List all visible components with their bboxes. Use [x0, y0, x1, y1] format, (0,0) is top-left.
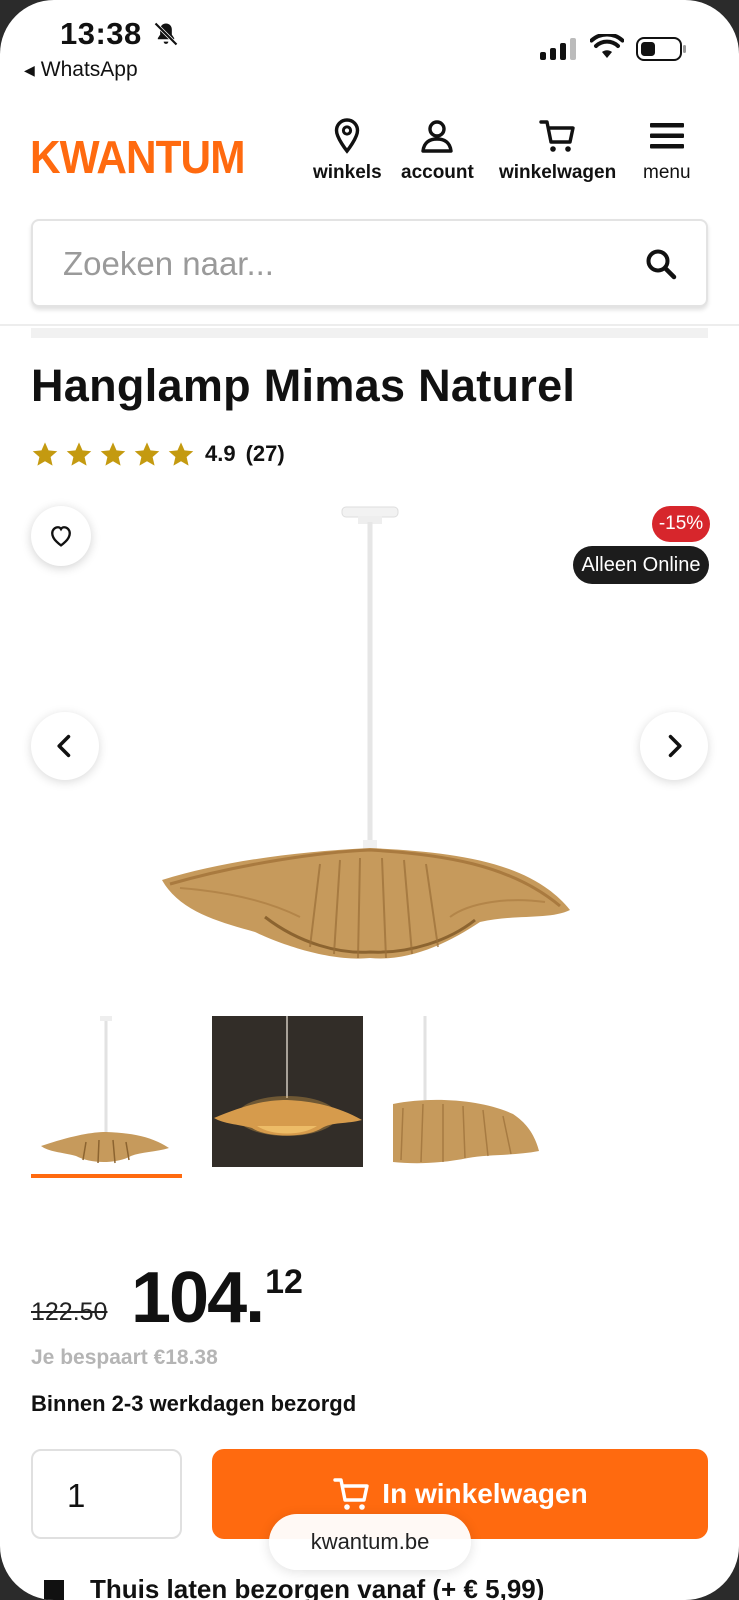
- nav-winkels[interactable]: winkels: [313, 116, 382, 184]
- browser-url-pill[interactable]: kwantum.be: [269, 1514, 471, 1570]
- thumbnail-image-lamp-detail: [393, 1016, 544, 1167]
- gallery-prev-button[interactable]: [31, 712, 99, 780]
- thumbnail-strip: [31, 1016, 544, 1178]
- rating-stars: [31, 440, 195, 468]
- search-input[interactable]: Zoeken naar...: [31, 219, 708, 307]
- rating-score: 4.9: [205, 441, 236, 466]
- cart-icon: [333, 1478, 369, 1510]
- discount-badge: -15%: [652, 506, 710, 542]
- thumbnail-2[interactable]: [212, 1016, 363, 1178]
- thumbnail-3[interactable]: [393, 1016, 544, 1178]
- old-price: 122.50: [31, 1298, 108, 1326]
- truck-icon: [44, 1579, 64, 1600]
- browser-url: kwantum.be: [310, 1529, 430, 1554]
- bell-off-icon: [154, 22, 178, 46]
- nav-label-account: account: [401, 162, 474, 183]
- heart-icon: [51, 526, 71, 547]
- search-placeholder: Zoeken naar...: [63, 245, 274, 282]
- home-delivery-label: Thuis laten bezorgen vanaf (+ € 5,99): [90, 1574, 545, 1600]
- price-main: 104.: [131, 1258, 265, 1338]
- back-app-label: WhatsApp: [40, 58, 138, 81]
- current-price: 104. 12: [131, 1262, 303, 1334]
- thumbnail-1[interactable]: [31, 1016, 182, 1178]
- delivery-time: Binnen 2-3 werkdagen bezorgd: [31, 1391, 357, 1416]
- price-cents: 12: [265, 1263, 303, 1301]
- add-to-cart-label: In winkelwagen: [382, 1478, 588, 1509]
- battery-icon: [636, 37, 686, 61]
- nav-label-winkels: winkels: [313, 162, 382, 183]
- home-delivery-option: Thuis laten bezorgen vanaf (+ € 5,99): [44, 1574, 544, 1600]
- user-icon: [421, 120, 454, 153]
- phone-screen: 13:38 ◀ WhatsApp KWANTUM winkels account…: [0, 0, 739, 1600]
- status-bar: 13:38 ◀ WhatsApp: [0, 0, 739, 92]
- product-gallery: -15% Alleen Online: [0, 492, 739, 992]
- site-header: KWANTUM winkels account winkelwagen menu: [0, 110, 739, 200]
- quantity-value: 1: [67, 1477, 86, 1514]
- product-title: Hanglamp Mimas Naturel: [31, 360, 576, 411]
- header-divider: [0, 324, 739, 326]
- nav-label-menu: menu: [643, 162, 691, 183]
- nav-winkelwagen[interactable]: winkelwagen: [499, 116, 616, 184]
- savings-text: Je bespaart €18.38: [31, 1346, 218, 1369]
- star-icon: [66, 442, 92, 466]
- nav-label-winkelwagen: winkelwagen: [499, 162, 617, 183]
- star-icon: [134, 442, 160, 466]
- online-only-badge: Alleen Online: [573, 546, 709, 584]
- product-rating[interactable]: 4.9 (27): [31, 440, 285, 468]
- status-time: 13:38: [60, 16, 142, 51]
- gallery-next-button[interactable]: [640, 712, 708, 780]
- nav-account[interactable]: account: [401, 116, 474, 184]
- hamburger-icon: [649, 123, 684, 149]
- back-triangle-icon: ◀: [24, 61, 35, 78]
- rating-count: (27): [245, 441, 285, 466]
- back-to-app-link[interactable]: ◀ WhatsApp: [24, 58, 138, 82]
- cart-icon: [538, 120, 575, 152]
- chevron-left-icon: [57, 734, 71, 758]
- kwantum-logo[interactable]: KWANTUM: [30, 130, 245, 184]
- wifi-icon: [590, 34, 624, 58]
- star-icon: [168, 442, 194, 466]
- chevron-right-icon: [668, 734, 682, 758]
- thumbnail-image-lamp-lit: [212, 1016, 363, 1167]
- nav-menu[interactable]: menu: [643, 116, 691, 184]
- star-icon: [100, 442, 126, 466]
- star-icon: [32, 442, 58, 466]
- favorite-button[interactable]: [31, 506, 91, 566]
- quantity-field[interactable]: 1: [31, 1449, 182, 1539]
- breadcrumb-bar: [31, 328, 708, 338]
- location-pin-icon: [335, 118, 360, 154]
- search-icon[interactable]: [644, 247, 678, 281]
- product-image[interactable]: [150, 492, 590, 992]
- thumbnail-image-lamp: [31, 1016, 182, 1167]
- signal-icon: [540, 36, 576, 60]
